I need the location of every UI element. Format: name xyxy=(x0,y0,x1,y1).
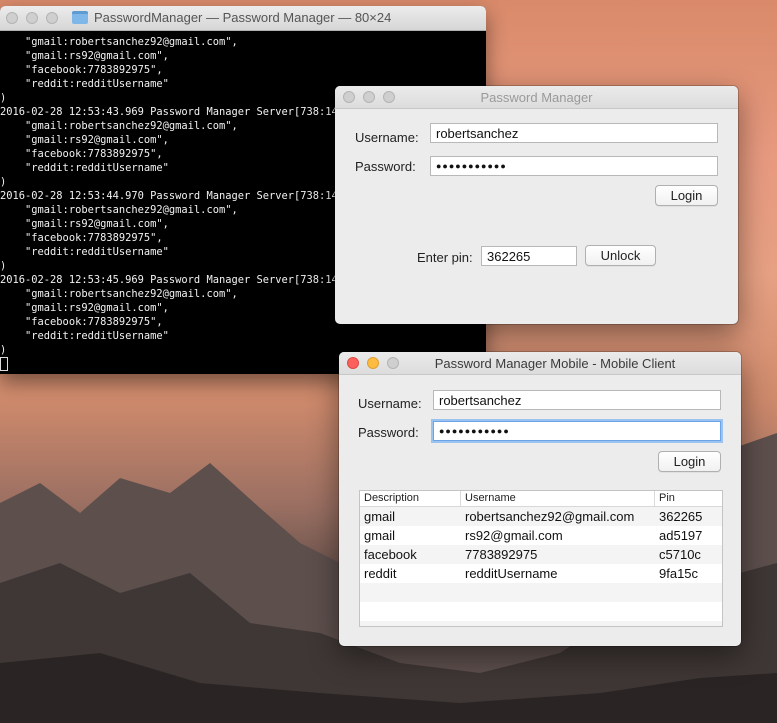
minimize-button[interactable] xyxy=(26,12,38,24)
cell-description: reddit xyxy=(364,566,397,581)
table-body: gmail robertsanchez92@gmail.com 362265 gmai… xyxy=(360,507,722,626)
cell-pin: ad5197 xyxy=(659,528,703,543)
cell-pin: 9fa15c xyxy=(659,566,699,581)
cell-pin: 362265 xyxy=(659,509,703,524)
pin-label: Enter pin: xyxy=(417,250,473,265)
close-button[interactable] xyxy=(347,357,359,369)
cell-pin: c5710c xyxy=(659,547,701,562)
column-header-pin[interactable]: Pin xyxy=(655,491,720,506)
table-row-empty xyxy=(360,583,722,602)
window-title: Password Manager xyxy=(480,90,593,105)
password-manager-window[interactable]: Password Manager Username: robertsanchez… xyxy=(335,86,738,324)
window-title: Password Manager Mobile - Mobile Client xyxy=(434,356,676,371)
cell-description: gmail xyxy=(364,509,396,524)
table-row-empty xyxy=(360,621,722,626)
username-label: Username: xyxy=(358,396,422,411)
password-label: Password: xyxy=(355,159,416,174)
credentials-table[interactable]: Description Username Pin gmail robertsanc… xyxy=(359,490,723,627)
terminal-line: "gmail:rs92@gmail.com", xyxy=(0,50,169,62)
zoom-button[interactable] xyxy=(46,12,58,24)
close-button[interactable] xyxy=(6,12,18,24)
cell-username: redditUsername xyxy=(465,566,558,581)
password-manager-titlebar[interactable]: Password Manager xyxy=(335,86,738,109)
pin-field[interactable]: 362265 xyxy=(481,246,577,266)
terminal-cursor xyxy=(0,357,8,371)
table-row[interactable]: gmail robertsanchez92@gmail.com 362265 xyxy=(360,507,722,526)
terminal-line: "gmail:robertsanchez92@gmail.com", xyxy=(0,36,238,48)
login-button[interactable]: Login xyxy=(658,451,721,472)
column-header-description[interactable]: Description xyxy=(360,491,461,506)
cell-description: facebook xyxy=(364,547,417,562)
terminal-titlebar[interactable]: PasswordManager — Password Manager — 80×… xyxy=(0,6,486,31)
table-row[interactable]: facebook 7783892975 c5710c xyxy=(360,545,722,564)
cell-username: robertsanchez92@gmail.com xyxy=(465,509,635,524)
mobile-client-titlebar[interactable]: Password Manager Mobile - Mobile Client xyxy=(339,352,741,375)
unlock-button[interactable]: Unlock xyxy=(585,245,656,266)
table-row[interactable]: gmail rs92@gmail.com ad5197 xyxy=(360,526,722,545)
cell-username: rs92@gmail.com xyxy=(465,528,563,543)
username-field[interactable]: robertsanchez xyxy=(433,390,721,410)
cell-description: gmail xyxy=(364,528,396,543)
username-field[interactable]: robertsanchez xyxy=(430,123,718,143)
table-header: Description Username Pin xyxy=(360,491,722,507)
terminal-title-text: PasswordManager — Password Manager — 80×… xyxy=(94,10,392,25)
password-field[interactable]: ●●●●●●●●●●● xyxy=(433,421,721,441)
password-field[interactable]: ●●●●●●●●●●● xyxy=(430,156,718,176)
login-button[interactable]: Login xyxy=(655,185,718,206)
table-row-empty xyxy=(360,602,722,621)
terminal-line: "reddit:redditUsername" xyxy=(0,330,169,342)
username-label: Username: xyxy=(355,130,419,145)
mobile-client-window[interactable]: Password Manager Mobile - Mobile Client … xyxy=(339,352,741,646)
password-label: Password: xyxy=(358,425,419,440)
terminal-title: PasswordManager — Password Manager — 80×… xyxy=(72,10,391,25)
column-header-username[interactable]: Username xyxy=(461,491,655,506)
terminal-line: "facebook:7783892975", xyxy=(0,64,163,76)
table-row[interactable]: reddit redditUsername 9fa15c xyxy=(360,564,722,583)
cell-username: 7783892975 xyxy=(465,547,538,562)
folder-icon xyxy=(72,11,88,24)
